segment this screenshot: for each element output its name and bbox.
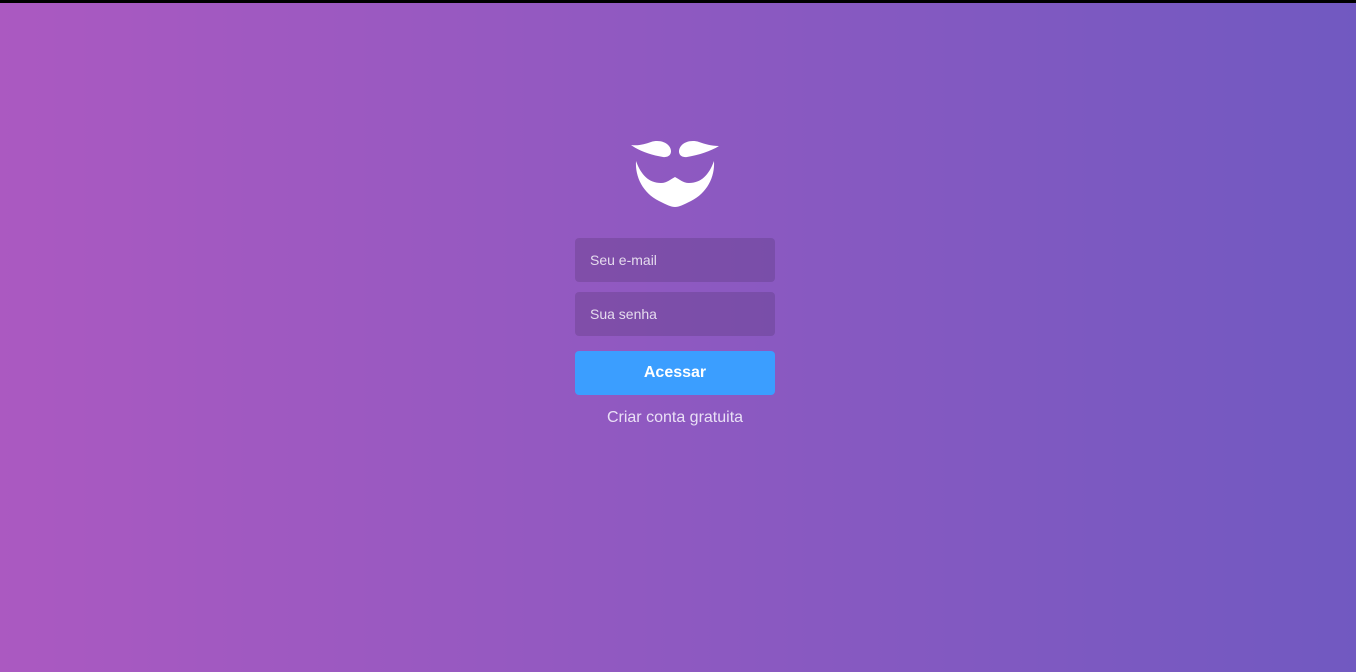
window-edge — [1356, 0, 1360, 672]
mustache-beard-icon — [631, 141, 719, 207]
login-page: Acessar Criar conta gratuita — [0, 3, 1356, 672]
create-account-link[interactable]: Criar conta gratuita — [607, 409, 743, 427]
email-input[interactable] — [575, 238, 775, 282]
submit-button[interactable]: Acessar — [575, 351, 775, 395]
password-input[interactable] — [575, 292, 775, 336]
login-container: Acessar Criar conta gratuita — [575, 137, 775, 427]
